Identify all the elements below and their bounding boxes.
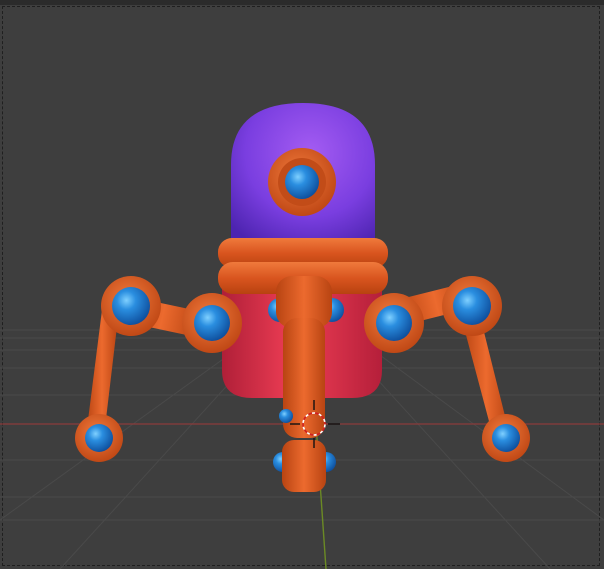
eye-ball [285, 165, 319, 199]
3d-viewport[interactable] [0, 0, 604, 569]
robot-model [75, 103, 530, 492]
scene-canvas[interactable] [0, 0, 604, 569]
